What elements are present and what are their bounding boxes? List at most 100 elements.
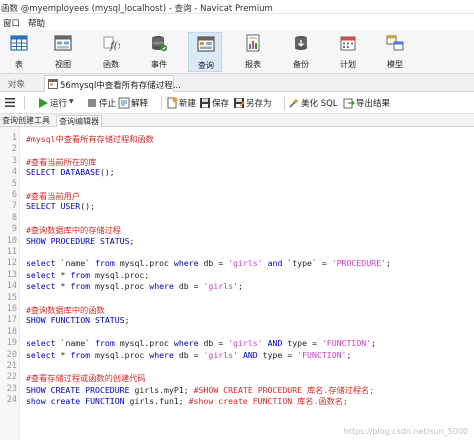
toolbar-backup-button[interactable]: 备份 (284, 32, 318, 72)
window-title: 函数 @myemployees (mysql_localhost) - 查询 -… (1, 4, 273, 14)
line-number: 20 (6, 349, 17, 360)
line-number: 8 (11, 212, 17, 223)
code-token: #show create FUNCTION 库名.函数名; (188, 396, 348, 407)
code-line: select * from mysql.proc; (26, 270, 149, 280)
code-token: 'girls' (203, 281, 239, 292)
toolbar-table-label: 表 (15, 60, 23, 69)
code-token: SELECT USER (26, 201, 81, 212)
line-number: 1 (11, 133, 17, 143)
query-subtabs: 查询创建工具 查询编辑器 (0, 114, 474, 127)
code-token: ; (385, 258, 391, 269)
code-token: from (95, 258, 120, 269)
backup-icon (295, 36, 307, 50)
report-icon (246, 34, 260, 52)
sql-editor[interactable]: 1 2 3 4 5 6 7 8 9 10 11 12 13 14 15 16 17 18 19 20 21 22 23 24 … (0, 127, 474, 440)
code-token: ; (124, 315, 130, 326)
save-icon (200, 98, 210, 108)
tab-query-editor[interactable]: 查询编辑器 (56, 115, 102, 127)
code-token: from (70, 349, 96, 360)
code-token: ; (371, 338, 377, 349)
save-as-button[interactable]: 另存为 (233, 96, 279, 110)
code-line: select * from mysql.proc where db = 'gir… (26, 281, 243, 291)
tab-query[interactable]: 56mysql中查看所有存储过程... (44, 75, 181, 92)
code-token: ; (238, 281, 243, 292)
code-token: mysql.proc (95, 349, 150, 360)
run-button[interactable]: 运行 ▼ (37, 96, 77, 110)
code-token: SHOW PROCEDURE STATUS (26, 235, 130, 246)
code-token: mysql.proc (95, 281, 150, 292)
code-token: 'PROCEDURE' (331, 258, 386, 269)
line-number: 19 (6, 338, 17, 349)
code-token: db = (178, 349, 204, 360)
line-number: 21 (6, 361, 17, 371)
beautify-sql-button[interactable]: 美化 SQL (288, 96, 340, 110)
menu-help[interactable]: 帮助 (28, 17, 45, 29)
play-icon (39, 98, 48, 108)
code-line: select * from mysql.proc where db = 'gir… (26, 350, 351, 360)
code-token: where (173, 258, 204, 269)
code-token: #查询数据库中的函数 (26, 305, 105, 315)
menu-window[interactable]: 窗口 (3, 17, 20, 29)
toolbar-separator (284, 96, 285, 110)
toolbar-schedule-label: 计划 (340, 60, 356, 69)
toolbar-table-button[interactable]: 表 (2, 32, 36, 72)
code-line: select `name` from mysql.proc where db =… (26, 338, 376, 348)
code-token: where (149, 349, 179, 360)
toolbar-model-button[interactable]: 模型 (378, 32, 412, 72)
main-toolbar: 表 视图 f(x) 函数 事件 (0, 30, 474, 74)
stop-button[interactable]: 停止 (86, 96, 122, 110)
code-line: #mysql中查看所有存储过程和函数 (26, 133, 154, 145)
code-token: * (60, 281, 71, 292)
code-token: #查看当前所在的库 (26, 156, 97, 167)
run-dropdown-arrow-icon[interactable]: ▼ (69, 98, 74, 105)
toolbar-view-button[interactable]: 视图 (46, 32, 80, 72)
export-results-button[interactable]: 导出结果 (343, 96, 399, 110)
code-line: select `name` from mysql.proc where db =… (26, 258, 391, 268)
toolbar-function-button[interactable]: f(x) 函数 (94, 32, 128, 72)
menu-bar: 窗口 帮助 (0, 14, 474, 30)
explain-label: 解释 (131, 99, 149, 109)
export-results-label: 导出结果 (356, 99, 391, 109)
line-number: 11 (6, 247, 17, 257)
menu-icon[interactable] (5, 98, 15, 107)
code-line: #查询数据库中的函数 (26, 304, 105, 316)
code-token: 'girls' (228, 338, 263, 349)
table-icon (10, 35, 28, 51)
code-token: from (95, 338, 120, 349)
toolbar-schedule-button[interactable]: 计划 (331, 32, 365, 72)
code-token: #SHOW CREATE PROCEDURE 库名.存储过程名; (193, 384, 375, 395)
code-token: 'girls' (228, 258, 263, 269)
beautify-icon (289, 98, 299, 108)
code-token: select (26, 349, 61, 360)
run-label: 运行 (50, 99, 68, 109)
line-number-gutter: 1 2 3 4 5 6 7 8 9 10 11 12 13 14 15 16 17 18 19 20 21 22 23 24 (0, 127, 20, 440)
code-token: 'FUNCTION' (297, 349, 347, 360)
line-number: 3 (11, 155, 17, 166)
toolbar-event-button[interactable]: 事件 (142, 32, 176, 72)
export-icon (343, 98, 355, 109)
line-number: 16 (6, 304, 17, 314)
beautify-sql-label: 美化 SQL (301, 99, 338, 109)
toolbar-query-button[interactable]: 查询 (188, 32, 222, 72)
code-line: show create FUNCTION girls.fun1; #show c… (26, 395, 348, 407)
tab-objects[interactable]: 对象 (8, 78, 25, 90)
line-number: 7 (11, 201, 17, 212)
code-line: SHOW CREATE PROCEDURE girls.myP1; #SHOW … (26, 384, 374, 396)
code-token: (); (80, 201, 96, 212)
code-token: `type` = (287, 258, 332, 269)
new-button[interactable]: 新建 (166, 96, 202, 110)
explain-button[interactable]: 解释 (118, 96, 154, 110)
code-token: show create FUNCTION (26, 396, 130, 407)
tab-query-builder[interactable]: 查询创建工具 (0, 115, 52, 127)
save-button[interactable]: 保存 (199, 96, 235, 110)
stop-icon (88, 99, 96, 107)
line-number: 2 (11, 144, 17, 155)
code-token: from (70, 269, 96, 280)
code-token: type = (262, 349, 298, 360)
code-token: type = (287, 338, 322, 349)
explain-icon (118, 97, 130, 109)
toolbar-separator (161, 96, 162, 110)
toolbar-report-button[interactable]: 报表 (236, 32, 270, 72)
code-token: SHOW CREATE PROCEDURE (26, 384, 135, 395)
line-number: 22 (6, 372, 17, 383)
